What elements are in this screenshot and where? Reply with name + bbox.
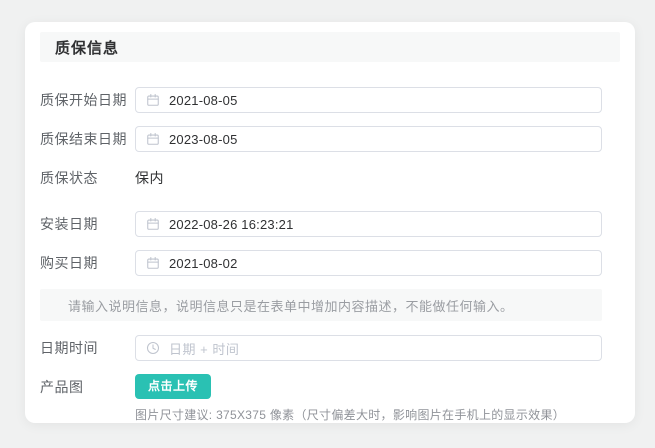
warranty-end-label: 质保结束日期 — [40, 126, 135, 152]
upload-hint: 图片尺寸建议: 375X375 像素（尺寸偏差大时，影响图片在手机上的显示效果） — [135, 406, 602, 423]
warranty-end-date-input[interactable]: 2023-08-05 — [135, 126, 602, 152]
clock-icon — [146, 341, 160, 355]
warranty-form: 质保开始日期 2021-08-05 质保结束日期 — [40, 87, 620, 423]
warranty-start-label: 质保开始日期 — [40, 87, 135, 113]
purchase-date-value: 2021-08-02 — [169, 256, 238, 271]
calendar-icon — [146, 217, 160, 231]
install-date-label: 安装日期 — [40, 211, 135, 237]
form-row-warranty-status: 质保状态 保内 — [40, 165, 602, 191]
install-date-input[interactable]: 2022-08-26 16:23:21 — [135, 211, 602, 237]
datetime-placeholder: 日期 + 时间 — [169, 339, 239, 358]
description-notice-text: 请输入说明信息，说明信息只是在表单中增加内容描述，不能做任何输入。 — [68, 296, 514, 315]
purchase-date-label: 购买日期 — [40, 250, 135, 276]
install-date-value: 2022-08-26 16:23:21 — [169, 217, 294, 232]
warranty-status-label: 质保状态 — [40, 165, 135, 191]
product-image-label: 产品图 — [40, 374, 135, 400]
datetime-label: 日期时间 — [40, 335, 135, 361]
form-row-warranty-start: 质保开始日期 2021-08-05 — [40, 87, 602, 113]
calendar-icon — [146, 256, 160, 270]
datetime-input[interactable]: 日期 + 时间 — [135, 335, 602, 361]
warranty-info-card: 质保信息 质保开始日期 2021-08-05 — [25, 22, 635, 423]
warranty-end-value: 2023-08-05 — [169, 132, 238, 147]
description-notice: 请输入说明信息，说明信息只是在表单中增加内容描述，不能做任何输入。 — [40, 289, 602, 321]
form-row-purchase-date: 购买日期 2021-08-02 — [40, 250, 602, 276]
form-row-install-date: 安装日期 2022-08-26 16:23:21 — [40, 211, 602, 237]
form-row-product-image: 产品图 点击上传 图片尺寸建议: 375X375 像素（尺寸偏差大时，影响图片在… — [40, 374, 602, 423]
card-header: 质保信息 — [40, 32, 620, 62]
warranty-start-date-input[interactable]: 2021-08-05 — [135, 87, 602, 113]
purchase-date-input[interactable]: 2021-08-02 — [135, 250, 602, 276]
upload-button[interactable]: 点击上传 — [135, 374, 211, 399]
form-row-warranty-end: 质保结束日期 2023-08-05 — [40, 126, 602, 152]
form-row-datetime: 日期时间 日期 + 时间 — [40, 335, 602, 361]
calendar-icon — [146, 93, 160, 107]
warranty-status-value: 保内 — [135, 170, 164, 186]
warranty-start-value: 2021-08-05 — [169, 93, 238, 108]
card-title: 质保信息 — [55, 37, 119, 58]
calendar-icon — [146, 132, 160, 146]
